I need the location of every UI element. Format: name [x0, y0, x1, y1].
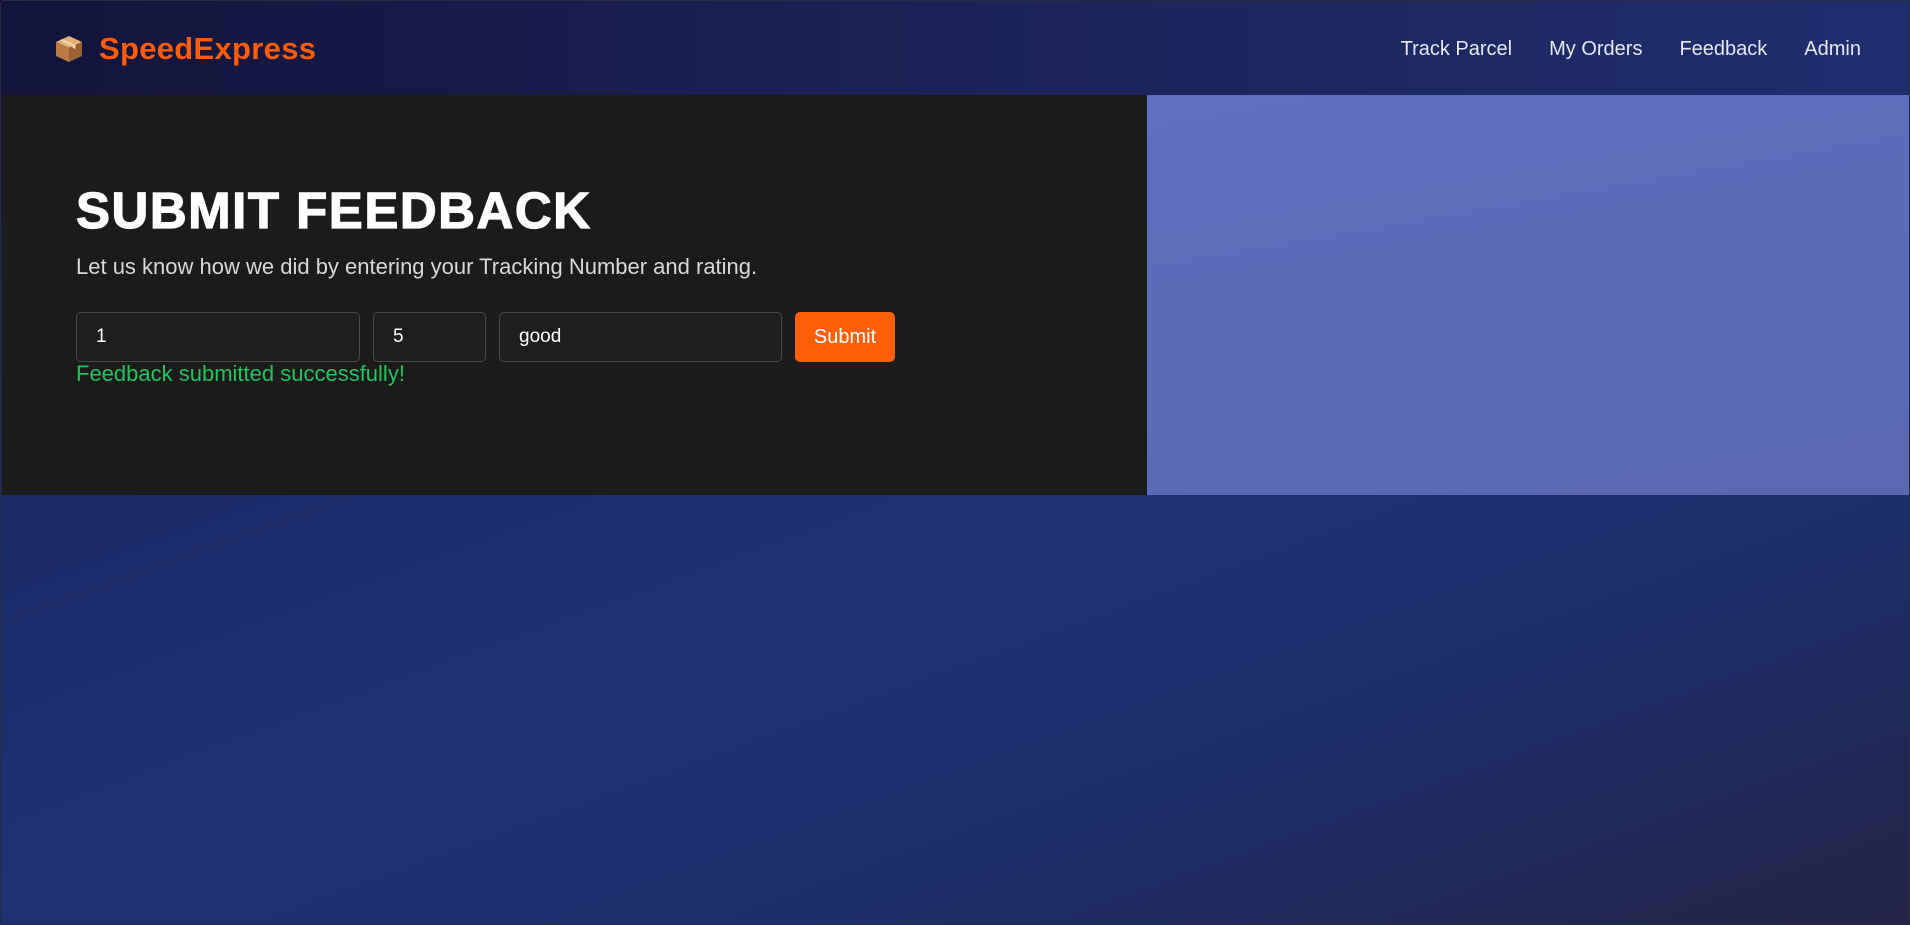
comment-input[interactable]: [499, 312, 782, 362]
brand-name: SpeedExpress: [99, 31, 317, 66]
page-title: SUBMIT FEEDBACK: [75, 181, 592, 239]
main-nav: Track Parcel My Orders Feedback Admin: [1364, 38, 1861, 61]
brand-logo[interactable]: SpeedExpress: [53, 31, 316, 67]
nav-link-feedback[interactable]: Feedback: [1679, 38, 1767, 61]
rating-input[interactable]: [373, 312, 486, 362]
feedback-panel: SUBMIT FEEDBACK Let us know how we did b…: [2, 95, 1147, 495]
nav-link-my-orders[interactable]: My Orders: [1549, 38, 1642, 61]
submit-button[interactable]: Submit: [795, 312, 895, 362]
top-header: SpeedExpress Track Parcel My Orders Feed…: [1, 1, 1909, 95]
package-box-icon: [53, 33, 85, 65]
page-subtitle: Let us know how we did by entering your …: [76, 254, 758, 279]
feedback-form: Submit: [76, 312, 895, 362]
nav-link-track-parcel[interactable]: Track Parcel: [1401, 38, 1513, 61]
hero-image-panel: [1147, 95, 1909, 495]
tracking-number-input[interactable]: [76, 312, 360, 362]
success-message: Feedback submitted successfully!: [76, 361, 405, 386]
nav-link-admin[interactable]: Admin: [1804, 38, 1861, 61]
app-window: SpeedExpress Track Parcel My Orders Feed…: [0, 0, 1910, 925]
